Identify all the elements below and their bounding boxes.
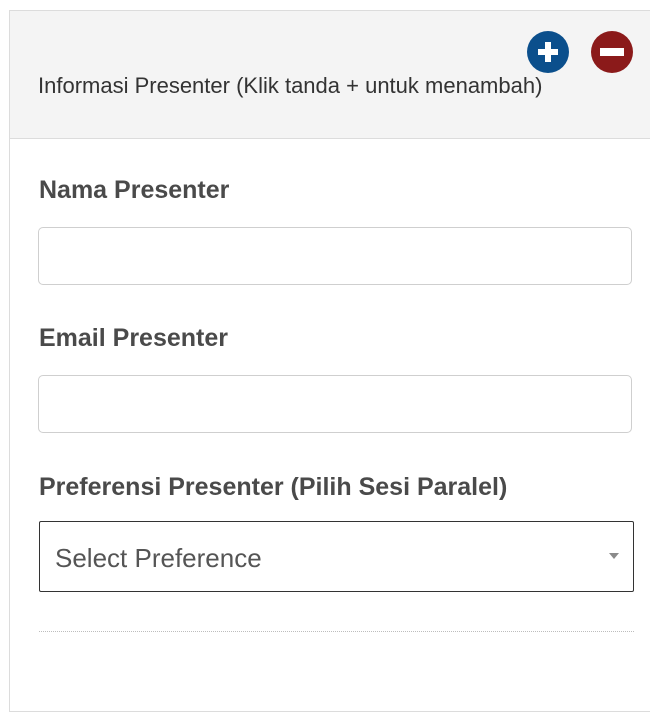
panel-title: Informasi Presenter (Klik tanda + untuk … (38, 73, 543, 98)
divider (39, 631, 634, 632)
email-input[interactable] (38, 375, 632, 433)
plus-circle-icon (538, 42, 558, 62)
preference-select[interactable]: Select Preference (39, 521, 634, 592)
name-input[interactable] (38, 227, 632, 285)
panel-header: Informasi Presenter (Klik tanda + untuk … (10, 11, 650, 139)
preference-label: Preferensi Presenter (Pilih Sesi Paralel… (39, 473, 508, 501)
presenter-panel: Informasi Presenter (Klik tanda + untuk … (9, 10, 650, 712)
email-label: Email Presenter (39, 324, 228, 352)
preference-selected-value: Select Preference (55, 543, 262, 573)
add-presenter-button[interactable] (527, 31, 569, 73)
minus-circle-icon (600, 48, 624, 56)
chevron-down-icon (609, 553, 619, 559)
remove-presenter-button[interactable] (591, 31, 633, 73)
name-label: Nama Presenter (39, 176, 230, 204)
